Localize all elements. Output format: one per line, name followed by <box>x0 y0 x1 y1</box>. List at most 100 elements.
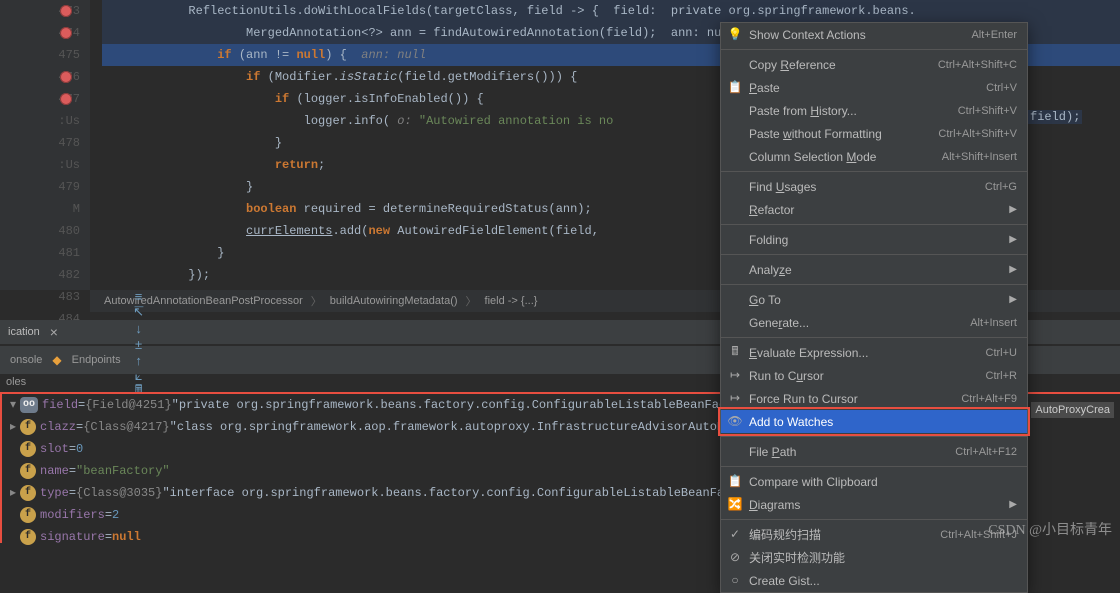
menu-label: Add to Watches <box>749 415 1017 429</box>
menu-label: Show Context Actions <box>749 28 971 42</box>
menu-item[interactable]: ↦Force Run to CursorCtrl+Alt+F9 <box>721 387 1027 410</box>
menu-item[interactable]: ○Create Gist... <box>721 569 1027 592</box>
endpoints-icon: ◆ <box>52 353 61 367</box>
menu-shortcut: Ctrl+G <box>985 181 1017 193</box>
toolbar-icon[interactable]: ↓ <box>131 320 147 336</box>
submenu-arrow-icon: ▶ <box>1009 234 1017 245</box>
menu-item[interactable]: Paste without FormattingCtrl+Alt+Shift+V <box>721 122 1027 145</box>
crumb[interactable]: buildAutowiringMetadata() <box>326 295 462 307</box>
menu-icon: 📋 <box>727 473 743 489</box>
menu-item[interactable]: File PathCtrl+Alt+F12 <box>721 440 1027 463</box>
line-number[interactable]: :Us <box>0 154 80 176</box>
menu-item[interactable]: 💡 Show Context ActionsAlt+Enter <box>721 23 1027 46</box>
field-icon: f <box>20 463 36 479</box>
menu-icon: 🖩 <box>727 344 743 360</box>
menu-label: Diagrams <box>749 498 1009 512</box>
menu-label: 关闭实时检测功能 <box>749 549 1017 566</box>
menu-separator <box>721 519 1027 520</box>
menu-separator <box>721 49 1027 50</box>
line-number[interactable]: M <box>0 198 80 220</box>
menu-item[interactable]: Folding▶ <box>721 228 1027 251</box>
line-number[interactable]: 482 <box>0 264 80 286</box>
submenu-arrow-icon: ▶ <box>1009 204 1017 215</box>
menu-item[interactable]: 🖩 Evaluate Expression...Ctrl+U <box>721 341 1027 364</box>
field-icon: f <box>20 441 36 457</box>
debug-tab[interactable]: ication <box>0 322 48 342</box>
menu-item[interactable]: 📋PasteCtrl+V <box>721 76 1027 99</box>
menu-icon: 💡 <box>727 26 743 42</box>
menu-shortcut: Alt+Insert <box>970 317 1017 329</box>
menu-item[interactable]: Paste from History...Ctrl+Shift+V <box>721 99 1027 122</box>
menu-item[interactable]: 📋 Compare with Clipboard <box>721 470 1027 493</box>
field-icon: f <box>20 507 36 523</box>
menu-separator <box>721 224 1027 225</box>
menu-separator <box>721 171 1027 172</box>
submenu-arrow-icon: ▶ <box>1009 294 1017 305</box>
menu-separator <box>721 466 1027 467</box>
line-number[interactable]: 477 <box>0 88 80 110</box>
menu-label: Analyze <box>749 263 1009 277</box>
menu-icon: ○ <box>727 572 743 588</box>
line-number[interactable]: 476 <box>0 66 80 88</box>
menu-shortcut: Ctrl+R <box>986 370 1017 382</box>
menu-label: Paste without Formatting <box>749 127 938 141</box>
menu-icon: 👁 <box>727 413 743 429</box>
line-number[interactable]: 478 <box>0 132 80 154</box>
line-number[interactable]: 480 <box>0 220 80 242</box>
menu-label: Find Usages <box>749 180 985 194</box>
menu-icon: 🔀 <box>727 496 743 512</box>
menu-item[interactable]: 🔀 Diagrams▶ <box>721 493 1027 516</box>
line-number[interactable]: 475 <box>0 44 80 66</box>
menu-shortcut: Ctrl+Alt+Shift+C <box>938 59 1017 71</box>
line-number[interactable]: 473 <box>0 0 80 22</box>
menu-label: Generate... <box>749 316 970 330</box>
menu-shortcut: Ctrl+Alt+F12 <box>955 446 1017 458</box>
menu-shortcut: Ctrl+Alt+Shift+V <box>938 128 1017 140</box>
context-menu: 💡 Show Context ActionsAlt+Enter Copy Refer… <box>720 22 1028 593</box>
menu-label: Go To <box>749 293 1009 307</box>
menu-label: Refactor <box>749 203 1009 217</box>
menu-item[interactable]: Analyze▶ <box>721 258 1027 281</box>
line-number[interactable]: 474 <box>0 22 80 44</box>
menu-shortcut: Ctrl+Shift+V <box>958 105 1017 117</box>
line-number[interactable]: 479 <box>0 176 80 198</box>
menu-shortcut: Ctrl+Alt+F9 <box>961 393 1017 405</box>
line-number[interactable]: 481 <box>0 242 80 264</box>
menu-item[interactable]: 👁 Add to Watches <box>721 410 1027 433</box>
toolbar-icon[interactable]: ↑ <box>131 352 147 368</box>
watermark: CSDN @小目标青年 <box>988 519 1112 539</box>
menu-item[interactable]: Copy ReferenceCtrl+Alt+Shift+C <box>721 53 1027 76</box>
menu-label: Column Selection Mode <box>749 150 942 164</box>
code-overflow: field); <box>1028 110 1082 124</box>
menu-label: Copy Reference <box>749 58 938 72</box>
line-gutter: 473474475476477:Us478:Us479M480481482483… <box>0 0 90 290</box>
crumb[interactable]: field -> {...} <box>481 295 542 307</box>
menu-label: Force Run to Cursor <box>749 392 961 406</box>
menu-item[interactable]: ↦Run to CursorCtrl+R <box>721 364 1027 387</box>
menu-item[interactable]: Refactor▶ <box>721 198 1027 221</box>
line-number[interactable]: :Us <box>0 110 80 132</box>
toolbar-icon[interactable]: ≡ <box>131 288 147 304</box>
endpoints-tab[interactable]: Endpoints <box>68 352 125 368</box>
close-icon[interactable]: × <box>48 324 60 340</box>
variables-header: oles <box>0 374 32 392</box>
line-number[interactable]: 483 <box>0 286 80 308</box>
toolbar-icon[interactable]: ± <box>131 336 147 352</box>
menu-label: File Path <box>749 445 955 459</box>
toolbar-icon[interactable]: ↸ <box>131 304 147 320</box>
menu-label: Evaluate Expression... <box>749 346 986 360</box>
menu-shortcut: Ctrl+U <box>986 347 1017 359</box>
menu-item[interactable]: Column Selection ModeAlt+Shift+Insert <box>721 145 1027 168</box>
menu-separator <box>721 254 1027 255</box>
menu-shortcut: Alt+Enter <box>971 29 1017 41</box>
console-tab[interactable]: onsole <box>6 352 46 368</box>
menu-item[interactable]: Generate...Alt+Insert <box>721 311 1027 334</box>
menu-icon: ✓ <box>727 526 743 542</box>
menu-item[interactable]: ⊘关闭实时检测功能 <box>721 546 1027 569</box>
submenu-arrow-icon: ▶ <box>1009 499 1017 510</box>
menu-item[interactable]: Go To▶ <box>721 288 1027 311</box>
menu-item[interactable]: Find UsagesCtrl+G <box>721 175 1027 198</box>
menu-separator <box>721 284 1027 285</box>
menu-label: Compare with Clipboard <box>749 475 1017 489</box>
type-hint-badge: AutoProxyCrea <box>1031 402 1114 418</box>
